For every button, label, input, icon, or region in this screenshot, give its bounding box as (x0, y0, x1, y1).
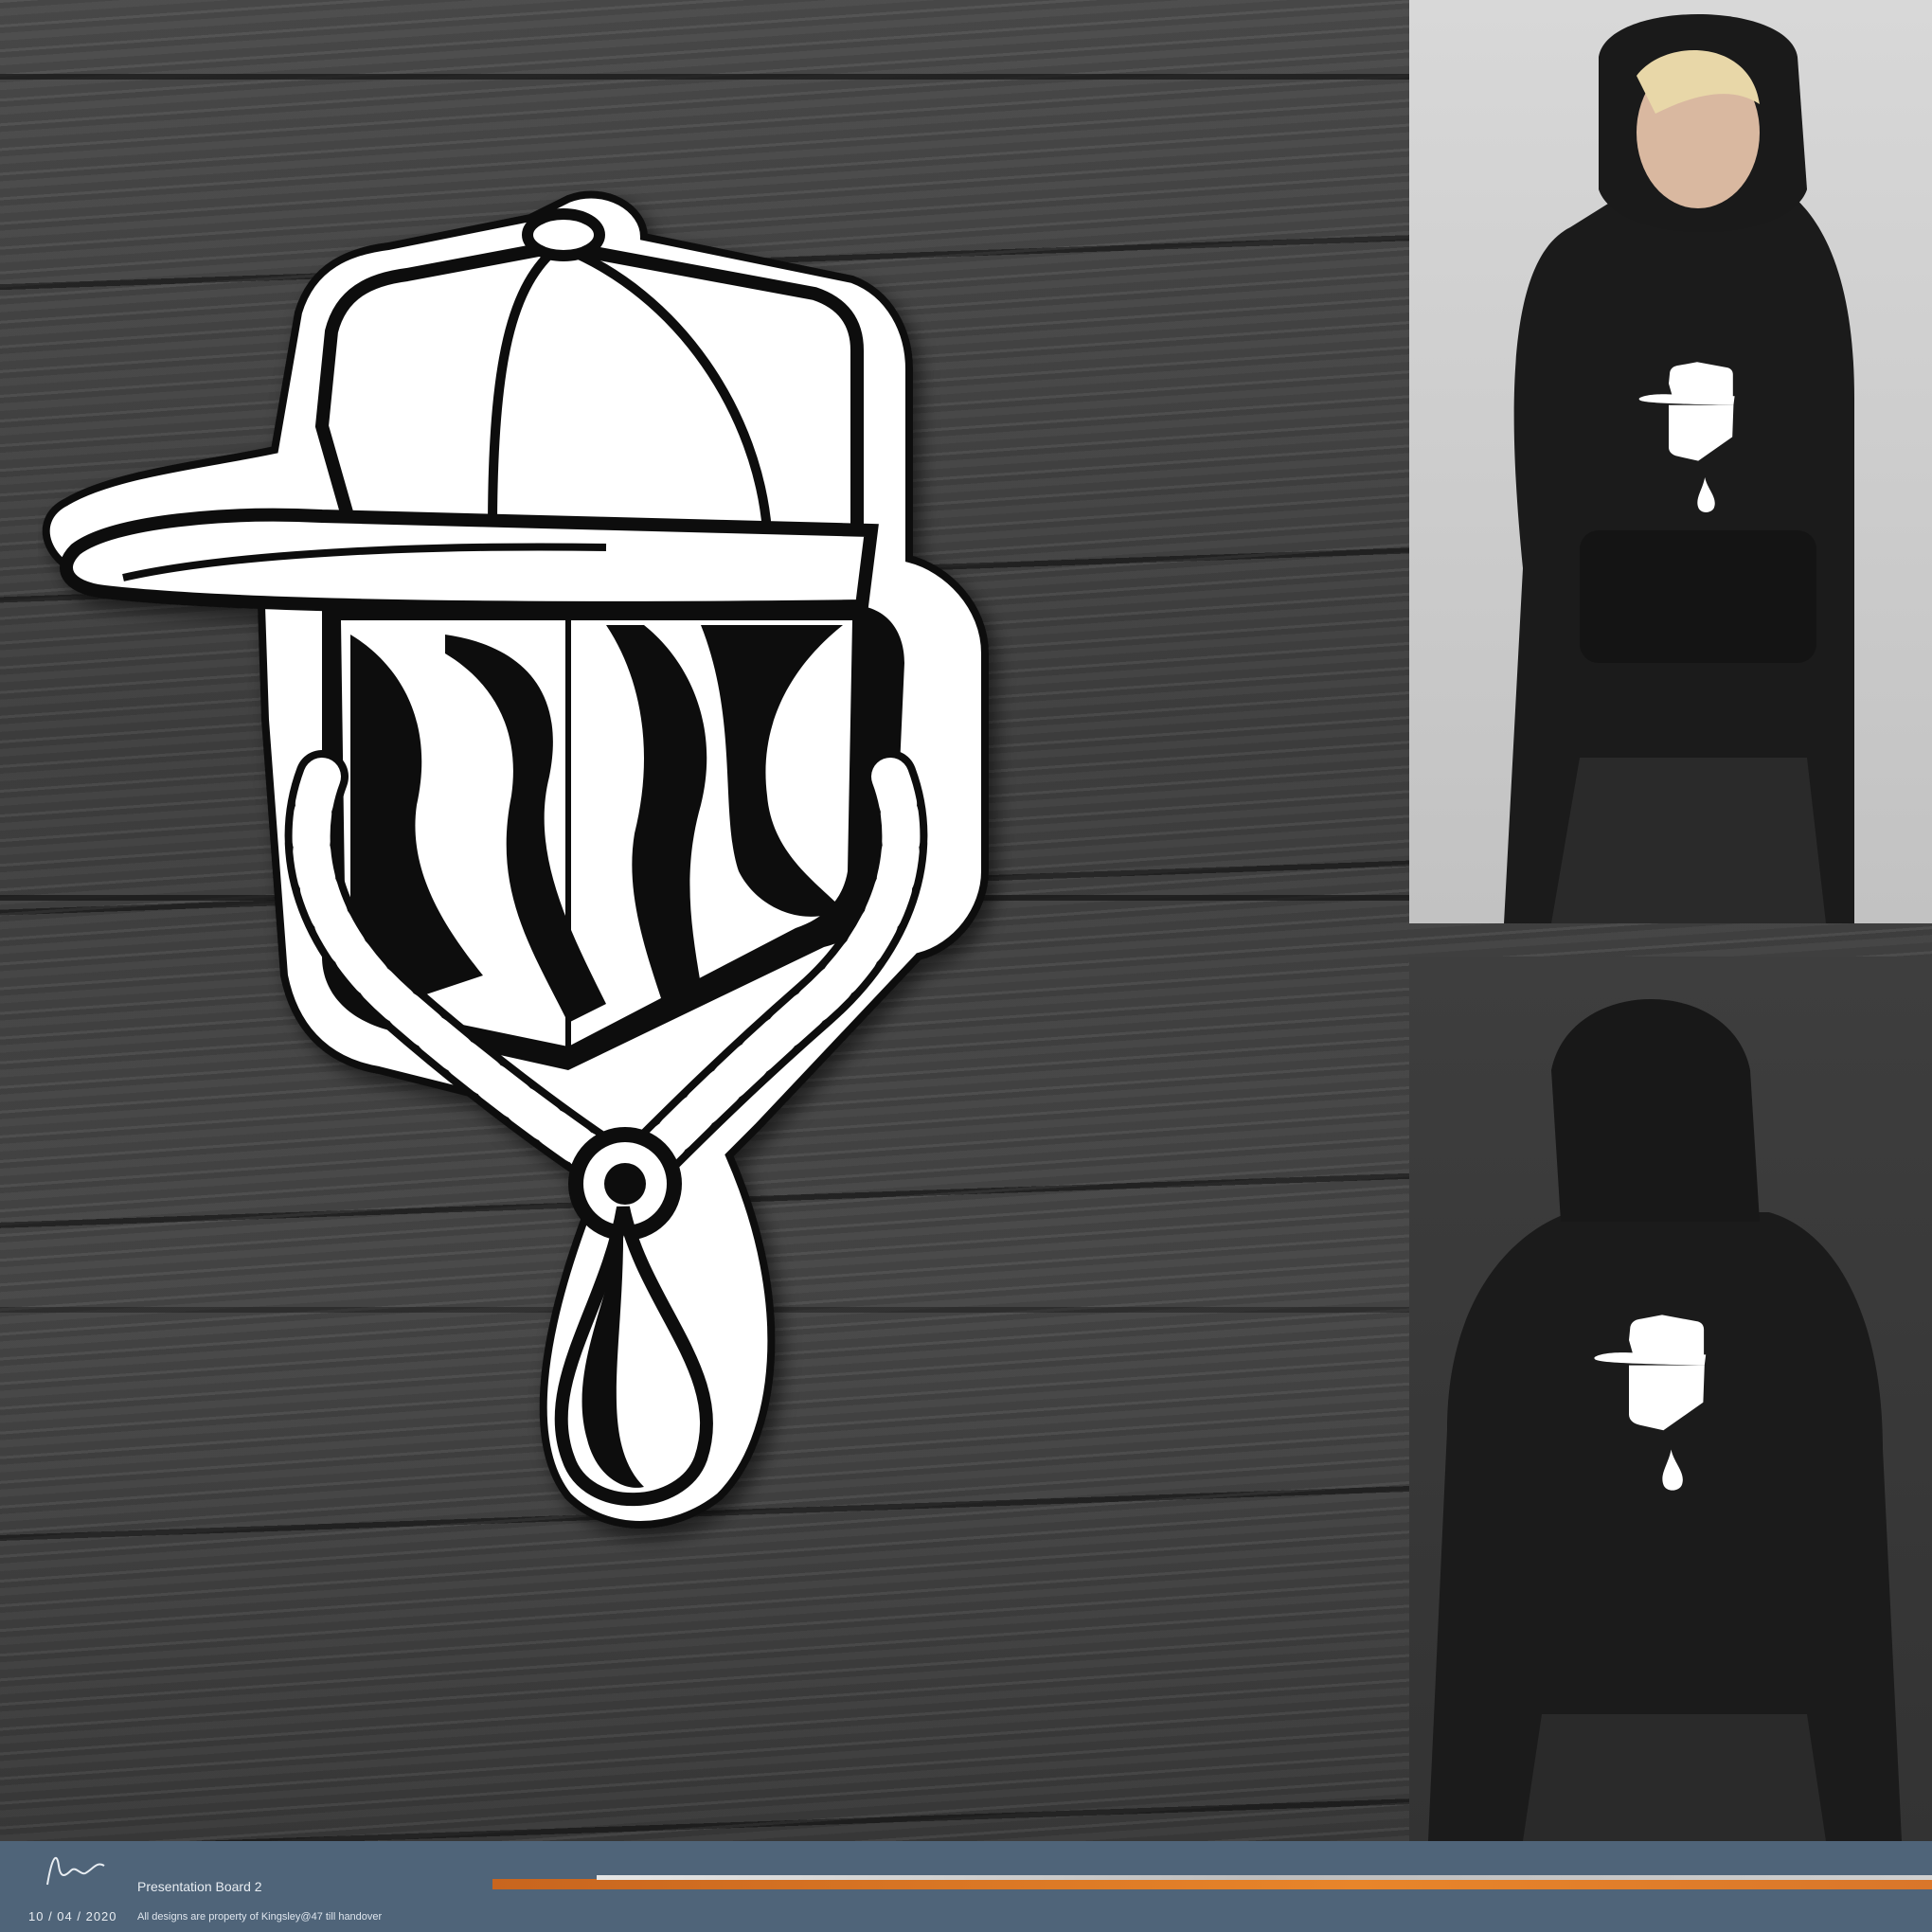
hoodie-front-photo (1409, 0, 1932, 923)
cap-head-logo-icon (42, 190, 989, 1529)
hoodie-back-photo (1409, 957, 1932, 1841)
wood-background (0, 0, 1932, 1841)
board-title: Presentation Board 2 (137, 1879, 262, 1894)
rights-notice: All designs are property of Kingsley@47 … (137, 1911, 383, 1923)
signature-icon (46, 1856, 105, 1886)
accent-bar-grey (597, 1875, 1932, 1880)
accent-bar-orange (492, 1879, 1932, 1889)
footer-date: 10 / 04 / 2020 (28, 1909, 117, 1923)
